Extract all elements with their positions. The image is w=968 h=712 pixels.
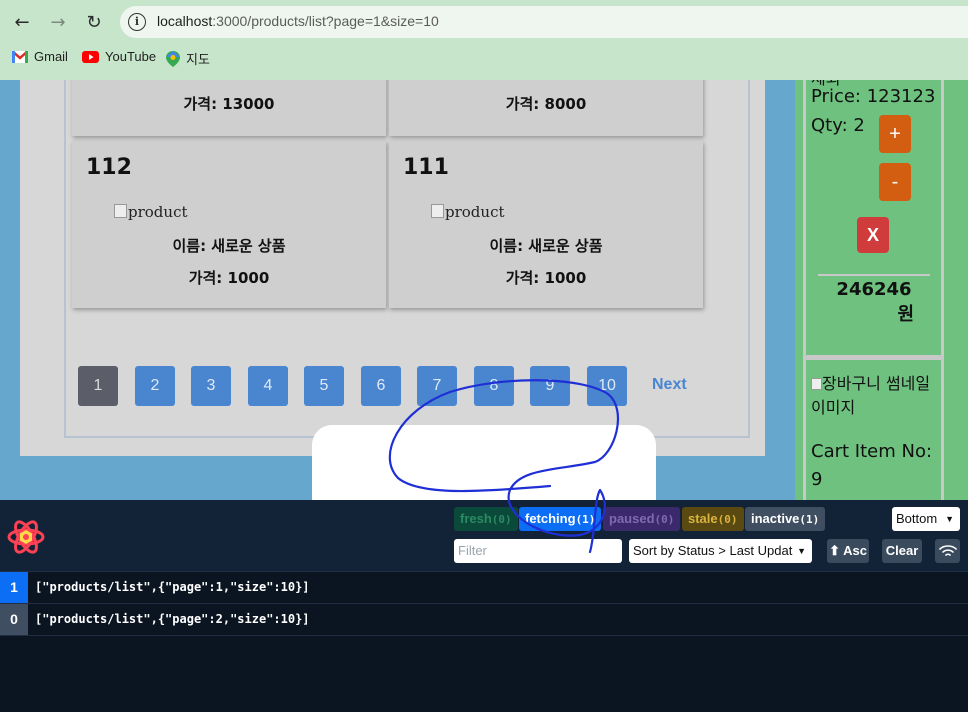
cart-total-unit: 원	[897, 304, 914, 325]
product-name: 이름: 새로운 상품	[489, 237, 603, 255]
url-host: localhost	[157, 13, 213, 29]
query-observer-count: 0	[0, 604, 28, 635]
cart-divider	[818, 274, 930, 276]
reload-icon[interactable]: ↻	[80, 8, 108, 36]
network-mode-button[interactable]	[935, 539, 960, 563]
cart-total-amount: 246246	[836, 279, 912, 300]
react-query-logo-icon	[7, 520, 45, 554]
product-image: product	[114, 203, 188, 221]
product-list-panel: 가격: 13000 가격: 8000 112 product 이름: 새로운 상…	[20, 80, 765, 456]
cart-item-total: 246246 원	[818, 279, 930, 326]
chip-count: (1)	[575, 513, 596, 526]
gmail-icon	[12, 50, 28, 63]
product-name: 이름: 새로운 상품	[172, 237, 286, 255]
cart-item-no: 9	[811, 469, 823, 490]
page-button-7[interactable]: 7	[417, 366, 457, 406]
product-id: 111	[403, 155, 449, 180]
product-card[interactable]: 111 product 이름: 새로운 상품 가격: 1000	[389, 141, 703, 308]
cart-thumbnail-image: 장바구니 썸네일 이미지	[811, 372, 936, 420]
bookmark-label: 지도	[186, 52, 210, 67]
back-icon[interactable]: ←	[8, 8, 36, 36]
wifi-icon	[938, 545, 957, 556]
page-button-1[interactable]: 1	[78, 366, 118, 406]
page-button-2[interactable]: 2	[135, 366, 175, 406]
status-chip-paused[interactable]: paused(0)	[603, 507, 681, 531]
product-image: product	[431, 203, 505, 221]
decrease-qty-button[interactable]: -	[879, 163, 911, 201]
page-button-10[interactable]: 10	[587, 366, 627, 406]
cart-item-no-label: Cart Item No:	[811, 441, 933, 462]
cart-item-qty: Qty: 2	[811, 115, 865, 136]
bookmark-youtube[interactable]: YouTube	[82, 49, 156, 64]
site-info-icon[interactable]: i	[128, 13, 146, 31]
chip-label: inactive	[751, 511, 800, 526]
increase-qty-button[interactable]: +	[879, 115, 911, 153]
chip-count: (0)	[491, 513, 512, 526]
status-chip-fresh[interactable]: fresh(0)	[454, 507, 518, 531]
url-text[interactable]: localhost:3000/products/list?page=1&size…	[157, 13, 439, 29]
page-button-3[interactable]: 3	[191, 366, 231, 406]
cart-item: 제외 Price: 123123 Qty: 2 + - X 246246 원	[803, 80, 944, 358]
filter-placeholder: Filter	[458, 543, 487, 558]
page-button-8[interactable]: 8	[474, 366, 514, 406]
cart-item-price: Price: 123123	[811, 86, 936, 107]
youtube-icon	[82, 50, 99, 63]
sort-direction-button[interactable]: ⬆ Asc	[827, 539, 869, 563]
product-card[interactable]: 가격: 8000	[389, 80, 703, 136]
chip-label: fetching	[525, 511, 576, 526]
page-button-5[interactable]: 5	[304, 366, 344, 406]
chip-label: fresh	[460, 511, 492, 526]
query-key: ["products/list",{"page":2,"size":10}]	[35, 612, 310, 626]
popup-card	[312, 425, 656, 500]
sort-select[interactable]: Sort by Status > Last Updat ▼	[629, 539, 812, 563]
product-price: 가격: 1000	[188, 269, 270, 287]
chevron-down-icon: ▼	[797, 539, 806, 563]
address-bar[interactable]: i localhost:3000/products/list?page=1&si…	[120, 6, 968, 38]
panel-position-value: Bottom	[896, 511, 938, 526]
next-page-link[interactable]: Next	[652, 376, 687, 394]
query-devtools-panel: fresh(0) fetching(1) paused(0) stale(0) …	[0, 500, 968, 712]
chip-count: (1)	[799, 513, 820, 526]
status-chip-inactive[interactable]: inactive(1)	[745, 507, 826, 531]
product-card[interactable]: 112 product 이름: 새로운 상품 가격: 1000	[72, 141, 386, 308]
panel-position-select[interactable]: Bottom ▼	[892, 507, 960, 531]
browser-chrome: ← → ↻ i localhost:3000/products/list?pag…	[0, 0, 968, 80]
cart-item: 장바구니 썸네일 이미지 Cart Item No: 9	[803, 357, 944, 500]
sort-select-value: Sort by Status > Last Updat	[633, 543, 793, 558]
chip-count: (0)	[654, 513, 675, 526]
page-button-9[interactable]: 9	[530, 366, 570, 406]
query-row[interactable]: 0 ["products/list",{"page":2,"size":10}]	[0, 604, 968, 636]
query-observer-count: 1	[0, 572, 28, 603]
chevron-down-icon: ▼	[945, 514, 954, 524]
cart-thumbnail-alt: 장바구니 썸네일 이미지	[811, 374, 931, 417]
remove-item-button[interactable]: X	[857, 217, 889, 253]
query-row[interactable]: 1 ["products/list",{"page":1,"size":10}]	[0, 572, 968, 604]
chip-count: (0)	[717, 513, 738, 526]
product-price: 가격: 13000	[183, 95, 275, 113]
bookmark-gmail[interactable]: Gmail	[12, 49, 68, 64]
bookmark-maps[interactable]: 지도	[166, 49, 210, 68]
page-viewport: 가격: 13000 가격: 8000 112 product 이름: 새로운 상…	[0, 80, 968, 500]
chip-label: stale	[688, 511, 718, 526]
query-key: ["products/list",{"page":1,"size":10}]	[35, 580, 310, 594]
broken-image-icon	[811, 378, 822, 390]
bookmark-label: Gmail	[34, 49, 68, 64]
devtools-header: fresh(0) fetching(1) paused(0) stale(0) …	[0, 500, 968, 572]
page-button-4[interactable]: 4	[248, 366, 288, 406]
product-id: 112	[86, 155, 132, 180]
filter-input[interactable]: Filter	[454, 539, 622, 563]
product-price: 가격: 8000	[505, 95, 587, 113]
bookmark-label: YouTube	[105, 49, 157, 64]
page-button-6[interactable]: 6	[361, 366, 401, 406]
status-chip-stale[interactable]: stale(0)	[682, 507, 744, 531]
maps-icon	[166, 50, 180, 67]
product-card[interactable]: 가격: 13000	[72, 80, 386, 136]
clear-cache-button[interactable]: Clear	[882, 539, 922, 563]
product-price: 가격: 1000	[505, 269, 587, 287]
status-chip-fetching[interactable]: fetching(1)	[519, 507, 602, 531]
chip-label: paused	[609, 511, 655, 526]
forward-icon[interactable]: →	[44, 8, 72, 36]
url-path: :3000/products/list?page=1&size=10	[212, 13, 439, 29]
